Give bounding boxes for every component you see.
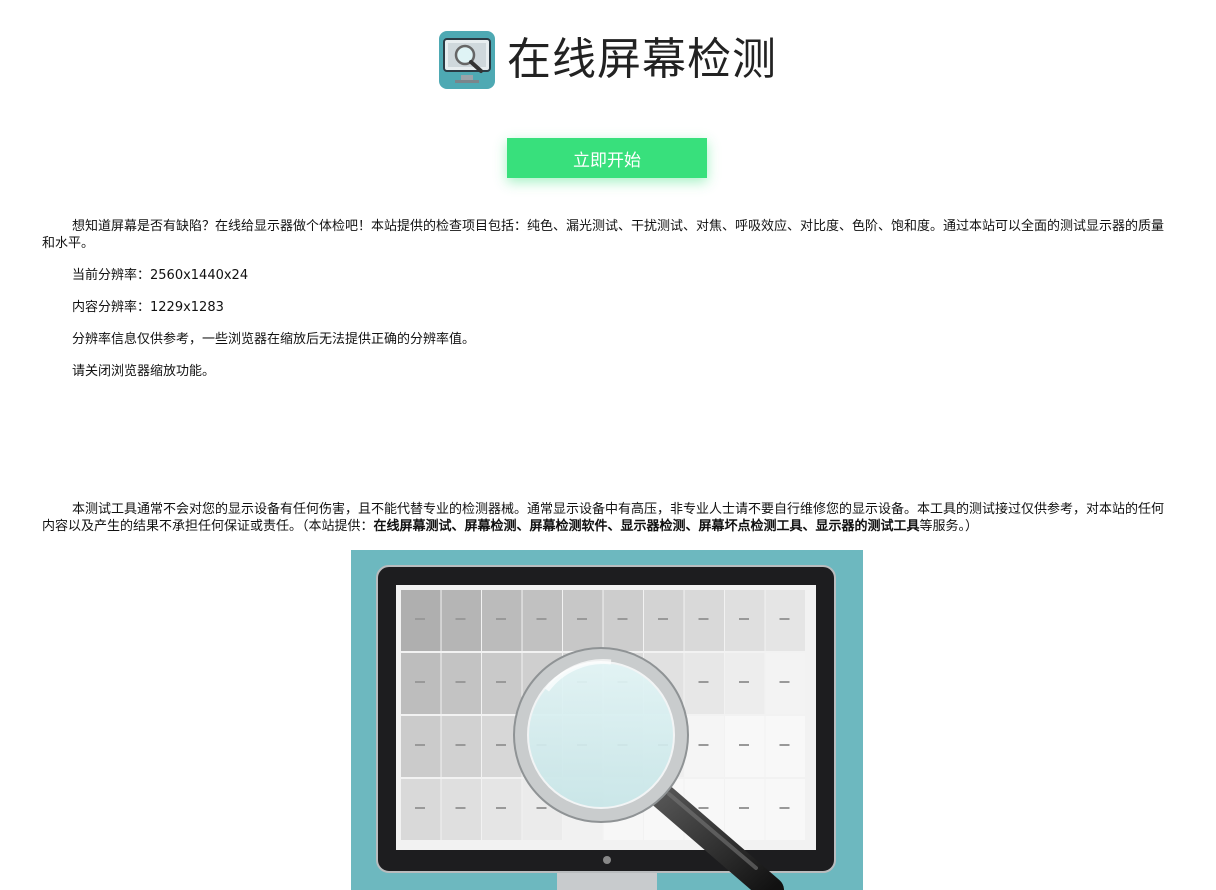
disclaimer-paragraph: 本测试工具通常不会对您的显示设备有任何伤害，且不能代替专业的检测器械。通常显示设… [42, 501, 1168, 535]
content-resolution: 内容分辨率：1229x1283 [72, 300, 224, 315]
monitor-magnifier-icon [439, 31, 495, 89]
hero-image [351, 550, 863, 890]
start-button[interactable]: 立即开始 [507, 138, 707, 178]
page-title: 在线屏幕检测 [507, 34, 777, 85]
current-resolution: 当前分辨率：2560x1440x24 [72, 268, 249, 283]
intro-section: 想知道屏幕是否有缺陷？在线给显示器做个体检吧！本站提供的检查项目包括：纯色、漏光… [42, 218, 1168, 395]
intro-paragraph: 想知道屏幕是否有缺陷？在线给显示器做个体检吧！本站提供的检查项目包括：纯色、漏光… [42, 219, 1165, 251]
services-list: 在线屏幕测试、屏幕检测、屏幕检测软件、显示器检测、屏幕坏点检测工具、显示器的测试… [373, 519, 920, 534]
monitor-magnifier-illustration [351, 550, 863, 890]
resolution-note: 分辨率信息仅供参考，一些浏览器在缩放后无法提供正确的分辨率值。 [72, 332, 476, 347]
page-header: 在线屏幕检测 [0, 30, 1216, 90]
zoom-note: 请关闭浏览器缩放功能。 [72, 364, 216, 379]
disclaimer-suffix: 等服务。） [919, 519, 979, 534]
